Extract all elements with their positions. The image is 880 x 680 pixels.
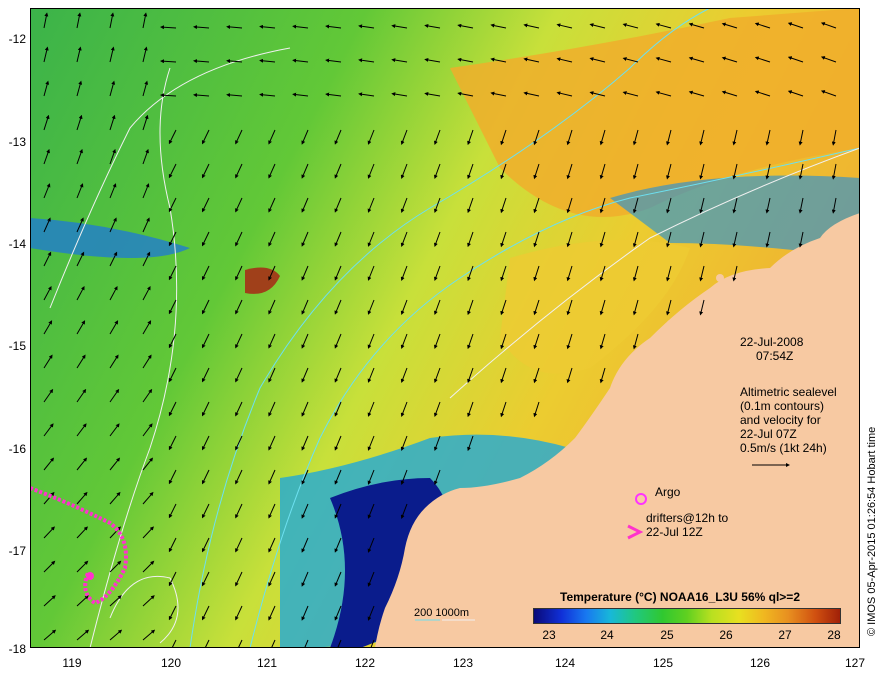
drifters-label: drifters@12h to	[646, 511, 729, 525]
scale-bar-label: 200 1000m	[414, 607, 470, 619]
x-tick: 120	[160, 656, 182, 670]
colorbar-tick: 28	[827, 628, 841, 642]
colorbar-tick: 27	[778, 628, 792, 642]
desc-line: 22-Jul 07Z	[740, 427, 797, 441]
y-tick: -18	[8, 642, 26, 656]
y-tick: -14	[8, 237, 26, 251]
y-tick: -16	[8, 442, 26, 456]
colorbar-title: Temperature (°C) NOAA16_L3U 56% ql>=2	[560, 590, 800, 604]
x-tick: 119	[62, 656, 82, 670]
y-tick: -15	[8, 339, 26, 353]
desc-line: (0.1m contours)	[740, 399, 825, 413]
colorbar-tick: 24	[600, 628, 614, 642]
desc-line: 0.5m/s (1kt 24h)	[740, 441, 827, 455]
argo-label: Argo	[655, 485, 681, 499]
y-tick: -17	[8, 544, 26, 558]
x-tick: 127	[844, 656, 866, 670]
colorbar-tick: 26	[719, 628, 733, 642]
credit-text: © IMOS 05-Apr-2015 01:26:54 Hobart time	[866, 426, 878, 636]
time-label: 07:54Z	[756, 349, 794, 363]
x-tick: 124	[554, 656, 576, 670]
x-tick: 121	[256, 656, 278, 670]
drifter-position	[86, 572, 94, 580]
y-tick: -12	[8, 32, 26, 46]
x-tick: 126	[749, 656, 771, 670]
colorbar-tick: 23	[542, 628, 556, 642]
drifters-label: 22-Jul 12Z	[646, 525, 703, 539]
colorbar	[533, 608, 841, 624]
x-tick: 123	[452, 656, 474, 670]
island	[667, 320, 673, 326]
desc-line: and velocity for	[740, 413, 821, 427]
desc-line: Altimetric sealevel	[740, 385, 837, 399]
sst-map	[30, 8, 860, 648]
island	[627, 385, 633, 391]
date-label: 22-Jul-2008	[740, 335, 804, 349]
y-tick: -13	[8, 135, 26, 149]
x-tick: 125	[652, 656, 674, 670]
x-tick: 122	[354, 656, 376, 670]
colorbar-tick: 25	[660, 628, 674, 642]
island	[716, 274, 724, 282]
